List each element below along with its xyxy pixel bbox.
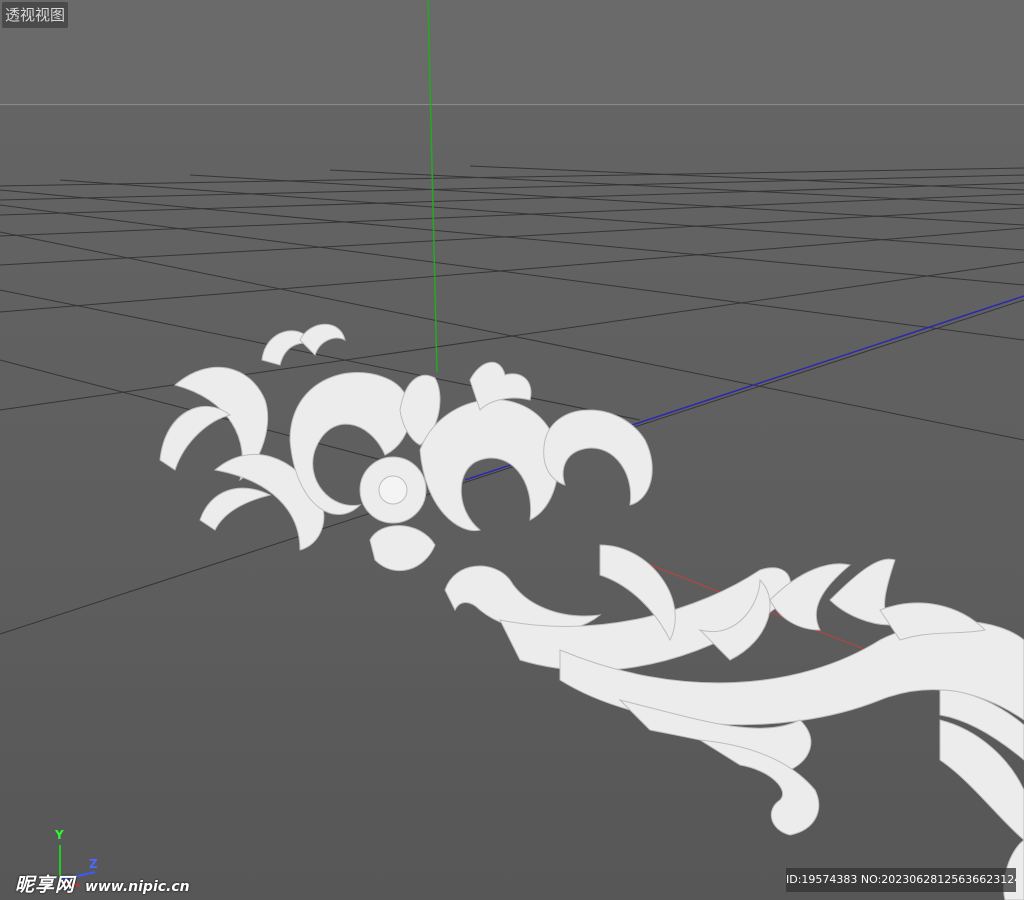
perspective-viewport[interactable]: 透视视图 Y Z 昵享网 www.nipic.cn ID:19574383 NO…: [0, 0, 1024, 900]
gizmo-y-label: Y: [55, 828, 64, 842]
image-id-box: ID:19574383 NO:20230628125636623124: [786, 868, 1016, 892]
y-axis-line: [427, 0, 438, 373]
ornament-model[interactable]: [159, 323, 1024, 900]
floor-grid: [0, 165, 1024, 635]
viewport-label[interactable]: 透视视图: [2, 2, 69, 28]
watermark-brand: 昵享网: [15, 874, 76, 896]
scene-canvas[interactable]: [0, 0, 1024, 900]
watermark: 昵享网 www.nipic.cn: [15, 870, 190, 897]
gizmo-z-label: Z: [89, 857, 98, 871]
watermark-url: www.nipic.cn: [84, 879, 190, 895]
